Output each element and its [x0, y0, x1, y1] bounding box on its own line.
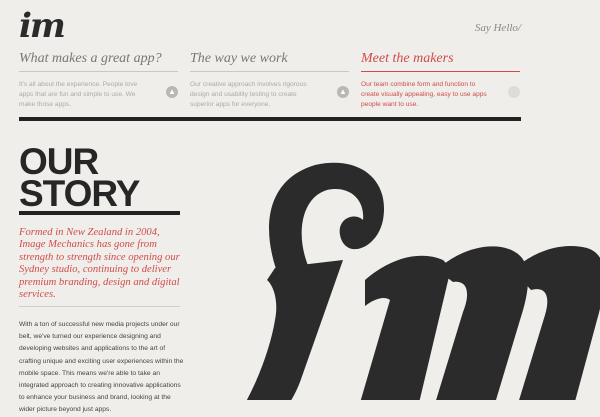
large-logo-mark	[215, 120, 600, 400]
circle-icon[interactable]: ▲	[508, 86, 520, 98]
nav-item-meet-makers[interactable]: Meet the makers Our team combine form an…	[361, 51, 520, 110]
site-logo[interactable]: im	[19, 6, 66, 46]
arrow-up-icon[interactable]: ▲	[337, 86, 349, 98]
title-underline	[19, 211, 180, 215]
nav-item-text: Our team combine form and function to cr…	[361, 81, 487, 108]
nav-item-title[interactable]: What makes a great app?	[19, 51, 178, 72]
nav-item-way-we-work[interactable]: The way we work Our creative approach in…	[190, 51, 349, 110]
page-title: OUR STORY	[19, 143, 140, 212]
intro-divider	[19, 306, 180, 307]
say-hello-link[interactable]: Say Hello/	[475, 22, 521, 34]
nav-item-text: It's all about the experience. People lo…	[19, 81, 138, 108]
nav-item-title[interactable]: Meet the makers	[361, 51, 520, 72]
nav-item-text: Our creative approach involves rigorous …	[190, 81, 307, 108]
feature-nav: What makes a great app? It's all about t…	[19, 51, 521, 111]
nav-item-great-app[interactable]: What makes a great app? It's all about t…	[19, 51, 178, 110]
body-text: With a ton of successful new media proje…	[19, 321, 184, 414]
arrow-up-icon[interactable]: ▲	[166, 86, 178, 98]
nav-item-title[interactable]: The way we work	[190, 51, 349, 72]
page-title-line2: STORY	[19, 173, 140, 214]
logo-mark-graphic	[246, 162, 600, 400]
intro-text: Formed in New Zealand in 2004, Image Mec…	[19, 227, 180, 301]
